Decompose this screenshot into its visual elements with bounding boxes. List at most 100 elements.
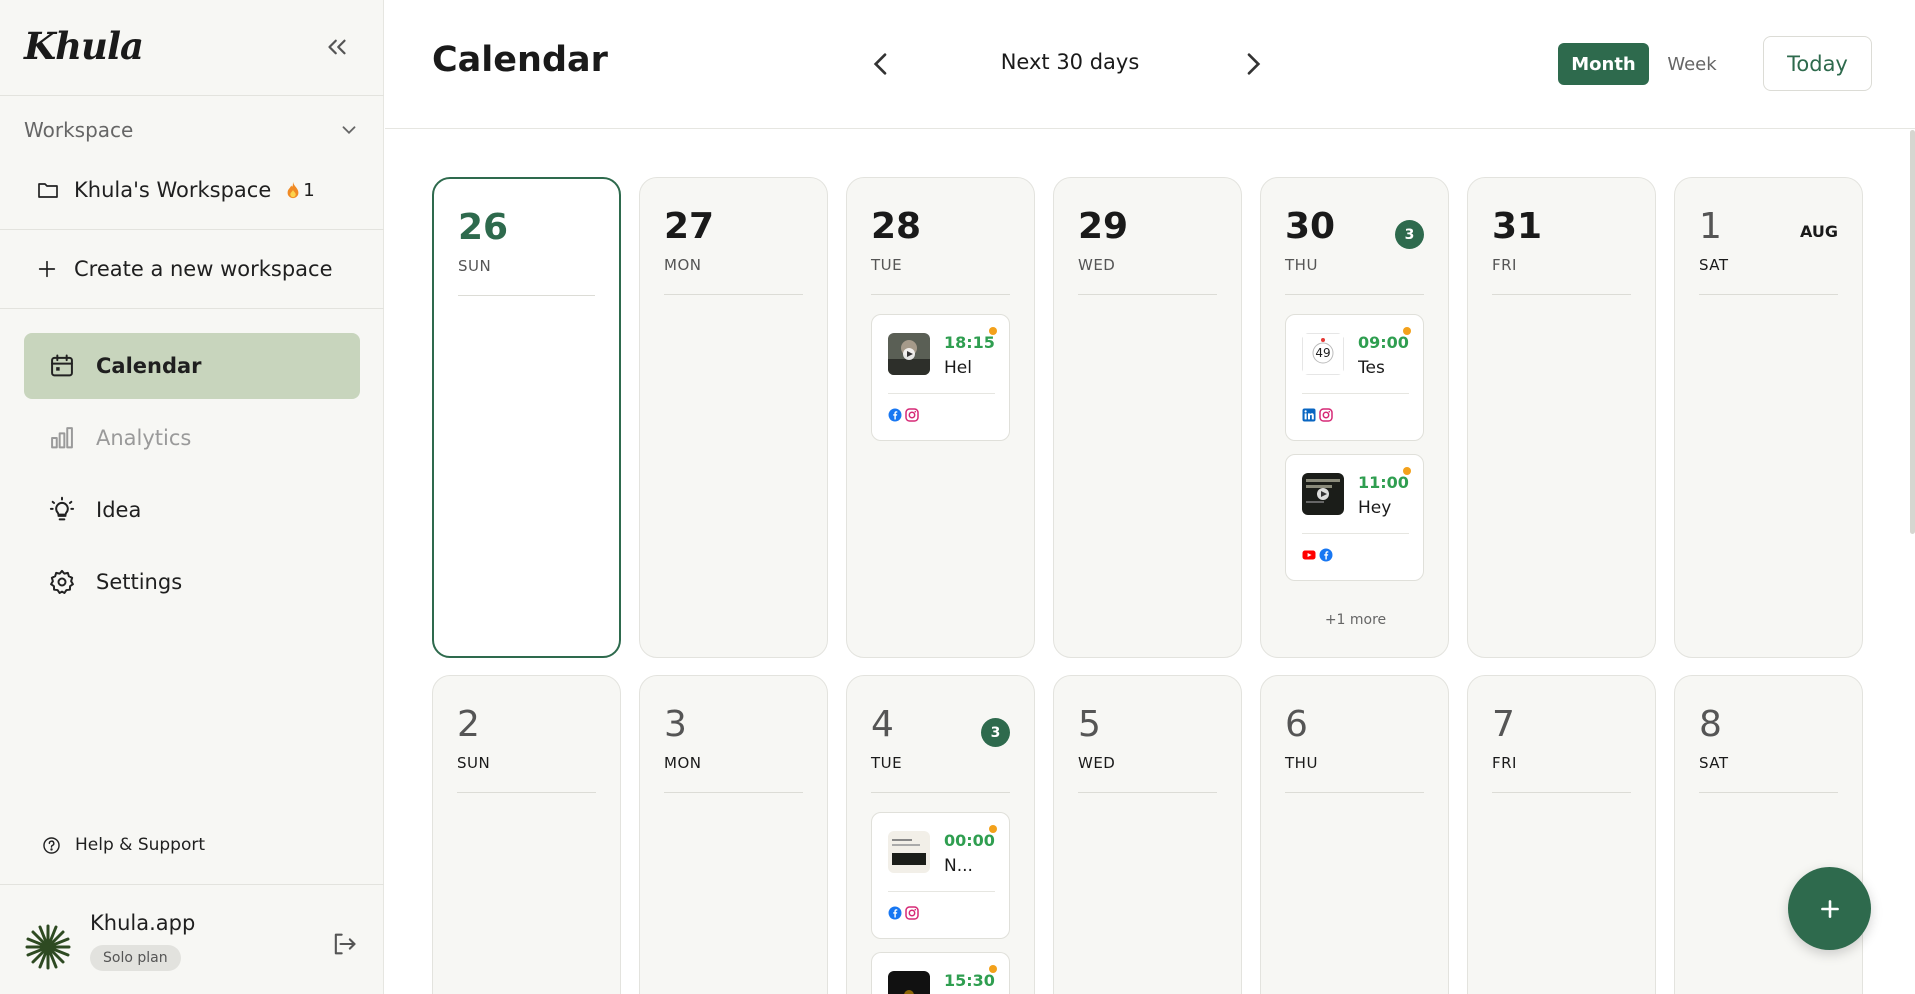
collapse-sidebar-icon[interactable] — [322, 32, 352, 62]
post-thumbnail — [888, 333, 930, 375]
page-title: Calendar — [432, 40, 608, 80]
divider — [1302, 533, 1409, 534]
help-support-label: Help & Support — [75, 835, 206, 855]
day-weekday: WED — [1078, 754, 1116, 772]
day-weekday: SAT — [1699, 754, 1729, 772]
post-caption: Tes — [1358, 358, 1385, 378]
post-thumbnail: 49 — [1302, 333, 1344, 375]
day-weekday: TUE — [871, 754, 903, 772]
create-post-button[interactable] — [1788, 867, 1871, 950]
day-number: 26 — [458, 207, 509, 248]
instagram-icon — [905, 408, 919, 422]
day-cell[interactable]: 6 THU — [1260, 675, 1449, 994]
svg-text:49: 49 — [1315, 346, 1330, 360]
divider — [0, 229, 384, 230]
avatar[interactable] — [24, 923, 72, 971]
sidebar-item-label: Idea — [96, 498, 142, 522]
post-caption: N... — [944, 856, 973, 876]
scheduled-post-card[interactable]: 18:15 Hel — [871, 314, 1010, 441]
day-weekday: WED — [1078, 256, 1116, 274]
day-cell[interactable]: 4 TUE 3 00:00 N... 15:30 — [846, 675, 1035, 994]
scheduled-post-card[interactable]: 00:00 N... — [871, 812, 1010, 939]
sidebar: Khula Workspace Khula's Workspace 1 Crea… — [0, 0, 384, 994]
instagram-icon — [905, 906, 919, 920]
streak-badge: 1 — [285, 180, 315, 201]
day-number: 7 — [1492, 704, 1515, 745]
plus-icon — [1820, 899, 1839, 918]
day-number: 27 — [664, 206, 715, 247]
divider — [458, 295, 595, 296]
divider — [1285, 792, 1424, 793]
day-cell[interactable]: 28 TUE 18:15 Hel — [846, 177, 1035, 658]
calendar-header: Calendar Next 30 days Month Week Today — [385, 0, 1915, 129]
day-number: 3 — [664, 704, 687, 745]
day-cell[interactable]: 5 WED — [1053, 675, 1242, 994]
workspace-dropdown[interactable]: Workspace — [24, 115, 360, 145]
date-range-label: Next 30 days — [1000, 50, 1140, 74]
day-weekday: MON — [664, 256, 702, 274]
plan-badge: Solo plan — [90, 945, 181, 971]
sidebar-item-label: Settings — [96, 570, 183, 594]
today-button[interactable]: Today — [1763, 36, 1872, 91]
account-panel: Khula.app Solo plan — [0, 884, 384, 994]
day-cell[interactable]: 3 MON — [639, 675, 828, 994]
day-weekday: FRI — [1492, 256, 1517, 274]
day-cell[interactable]: 1 SAT AUG — [1674, 177, 1863, 658]
day-cell[interactable]: 29 WED — [1053, 177, 1242, 658]
day-cell[interactable]: 26 SUN — [432, 177, 621, 658]
divider — [1699, 792, 1838, 793]
post-caption: Hey — [1358, 498, 1392, 518]
view-month-button[interactable]: Month — [1558, 43, 1649, 85]
sidebar-item-analytics[interactable]: Analytics — [24, 405, 360, 471]
divider — [1492, 294, 1631, 295]
day-number: 4 — [871, 704, 894, 745]
day-cell[interactable]: 27 MON — [639, 177, 828, 658]
post-time: 18:15 — [944, 333, 995, 352]
youtube-icon — [1302, 550, 1316, 560]
chevron-right-icon[interactable] — [1237, 48, 1269, 80]
scheduled-post-card[interactable]: 49 09:00 Tes — [1285, 314, 1424, 441]
scheduled-post-card[interactable]: 15:30 — [871, 952, 1010, 994]
day-cell[interactable]: 2 SUN — [432, 675, 621, 994]
divider — [871, 294, 1010, 295]
day-weekday: TUE — [871, 256, 903, 274]
calendar-icon — [51, 354, 73, 377]
more-posts-link[interactable]: +1 more — [1261, 612, 1450, 628]
help-support-link[interactable]: Help & Support — [42, 835, 205, 855]
chevron-left-icon[interactable] — [865, 48, 897, 80]
post-thumbnail — [1302, 473, 1344, 515]
brand-logo[interactable]: Khula — [24, 24, 144, 68]
sidebar-item-settings[interactable]: Settings — [24, 549, 360, 615]
day-cell[interactable]: 7 FRI — [1467, 675, 1656, 994]
post-time: 11:00 — [1358, 473, 1409, 492]
linkedin-icon — [1302, 408, 1316, 422]
day-number: 5 — [1078, 704, 1101, 745]
divider — [888, 393, 995, 394]
day-weekday: THU — [1285, 256, 1318, 274]
divider — [1078, 792, 1217, 793]
workspace-item[interactable]: Khula's Workspace 1 — [36, 172, 315, 208]
main-content: Calendar Next 30 days Month Week Today 2… — [385, 0, 1915, 994]
divider — [1492, 792, 1631, 793]
sidebar-item-calendar[interactable]: Calendar — [24, 333, 360, 399]
divider — [1285, 294, 1424, 295]
gear-icon — [50, 569, 74, 594]
day-cell[interactable]: 31 FRI — [1467, 177, 1656, 658]
logout-icon[interactable] — [330, 930, 358, 958]
post-thumbnail — [888, 831, 930, 873]
platform-icons — [1302, 408, 1333, 422]
day-cell[interactable]: 30 THU 3 49 09:00 Tes 11:00 Hey +1 more — [1260, 177, 1449, 658]
scrollbar[interactable] — [1910, 130, 1915, 534]
divider — [457, 792, 596, 793]
day-weekday: SUN — [457, 754, 491, 772]
divider — [664, 294, 803, 295]
post-caption: Hel — [944, 358, 972, 378]
sidebar-item-idea[interactable]: Idea — [24, 477, 360, 543]
account-name: Khula.app — [90, 911, 196, 935]
post-thumbnail — [888, 971, 930, 994]
workspace-name: Khula's Workspace — [74, 178, 272, 202]
divider — [888, 891, 995, 892]
scheduled-post-card[interactable]: 11:00 Hey — [1285, 454, 1424, 581]
create-workspace-button[interactable]: Create a new workspace — [36, 251, 333, 287]
view-week-button[interactable]: Week — [1657, 43, 1727, 85]
